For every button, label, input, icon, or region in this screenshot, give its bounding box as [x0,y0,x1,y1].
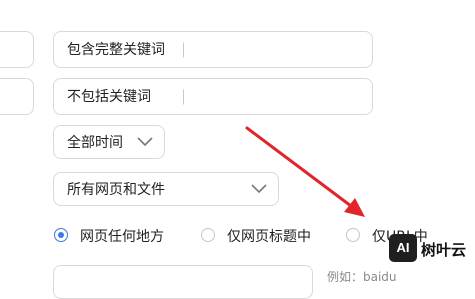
radio-icon [201,228,215,242]
ai-logo-icon: AI [389,234,417,262]
scope-option-label: 仅网页标题中 [227,229,311,245]
include-keywords-field[interactable]: 包含完整关键词 [53,31,373,68]
site-field-hint: 例如：baidu [327,270,397,284]
chevron-down-icon [251,184,267,194]
chevron-down-icon [137,137,153,147]
time-filter-dropdown[interactable]: 全部时间 [53,125,165,159]
watermark-text: 树叶云 [421,241,467,259]
text-cursor [183,42,184,57]
left-field-2[interactable] [0,78,34,115]
exclude-keywords-value: 不包括关键词 [67,88,151,105]
scope-option-label: 网页任何地方 [80,229,164,245]
page-type-dropdown[interactable]: 所有网页和文件 [53,172,279,206]
include-keywords-value: 包含完整关键词 [67,41,165,58]
radio-icon [346,228,360,242]
exclude-keywords-field[interactable]: 不包括关键词 [53,78,373,115]
scope-option-title[interactable]: 仅网页标题中 [201,226,331,248]
site-field[interactable] [53,265,313,299]
radio-checked-icon [54,228,68,242]
time-filter-value: 全部时间 [67,135,123,151]
scope-option-anywhere[interactable]: 网页任何地方 [54,226,184,248]
watermark-logo: AI 树叶云 [389,233,475,265]
page-type-value: 所有网页和文件 [67,182,165,198]
left-field-1[interactable] [0,31,34,68]
text-cursor [183,89,184,104]
